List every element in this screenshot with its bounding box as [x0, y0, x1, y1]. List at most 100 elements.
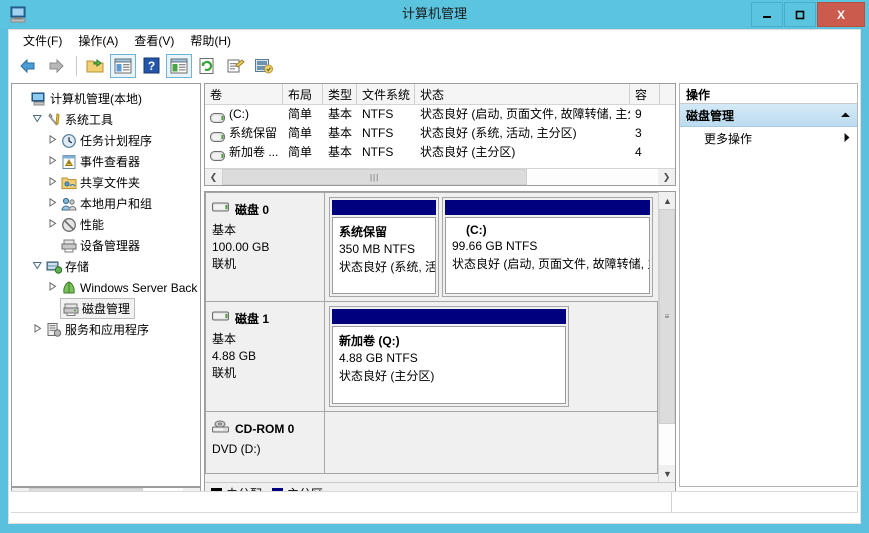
volume-list-hscrollbar[interactable]: ❮ ||| ❯ — [205, 168, 675, 185]
chevron-down-icon[interactable] — [29, 114, 45, 125]
tree-item-8[interactable]: 存储 — [14, 256, 200, 277]
volume-column-header-3[interactable]: 文件系统 — [357, 84, 415, 104]
volume-column-header-0[interactable]: 卷 — [205, 84, 283, 104]
toolbar: ? — [8, 50, 861, 81]
partition-details: 系统保留 350 MB NTFS 状态良好 (系统, 活 — [332, 217, 436, 294]
tree-item-label: 事件查看器 — [80, 155, 141, 169]
disk-view-vscrollbar[interactable]: ▲ ≡ ▼ — [658, 192, 675, 482]
disk-row[interactable]: CD-ROM 0 DVD (D:) — [205, 412, 658, 474]
volume-scroll-left-icon[interactable]: ❮ — [205, 169, 222, 185]
volume-hscroll-thumb[interactable]: ||| — [222, 169, 528, 185]
console-tree[interactable]: 计算机管理(本地) 系统工具任务计划程序事件查看器共享文件夹本地用户和组 性能 设备管… — [11, 83, 201, 487]
partition-name: 新加卷 (Q:) — [339, 334, 400, 348]
tree-item-10[interactable]: 磁盘管理 — [14, 298, 200, 319]
chevron-right-icon[interactable] — [843, 132, 857, 145]
disk-type: 基本 — [212, 223, 237, 237]
maximize-button[interactable] — [784, 2, 816, 27]
chevron-right-icon[interactable] — [44, 281, 60, 293]
refresh-icon[interactable] — [194, 54, 220, 78]
partition[interactable]: 系统保留 350 MB NTFS 状态良好 (系统, 活 — [329, 197, 439, 297]
help-icon[interactable]: ? — [138, 54, 164, 78]
volume-scroll-right-icon[interactable]: ❯ — [658, 169, 675, 185]
disk-state: 联机 — [212, 257, 237, 271]
show-hide-action-pane-icon[interactable] — [166, 53, 192, 78]
volume-row[interactable]: (C:) 简单 基本 NTFS 状态良好 (启动, 页面文件, 故障转储, 主分区) 9 — [205, 105, 675, 124]
volume-label: 新加卷 ... — [229, 145, 279, 159]
tree-item-4[interactable]: 共享文件夹 — [14, 172, 200, 193]
computer-management-window: 计算机管理 X 文件(F) 操作(A) 查看(V) 帮助(H) ? 计算机管理(… — [0, 0, 869, 533]
volume-column-header-4[interactable]: 状态 — [415, 84, 630, 104]
partition-color-bar — [332, 309, 566, 324]
disk-row[interactable]: 磁盘 1 基本 4.88 GB 联机 新加卷 (Q:) 4.88 GB NTFS 状态良好 … — [205, 302, 658, 412]
disk-vscroll-track[interactable]: ≡ — [659, 209, 675, 465]
partition-details: (C:) 99.66 GB NTFS 状态良好 (启动, 页面文件, 故障转储, 主 — [445, 217, 650, 294]
volume-cell-volume: 新加卷 ... — [205, 143, 283, 162]
menu-file[interactable]: 文件(F) — [17, 30, 72, 51]
volume-label: (C:) — [229, 107, 249, 121]
properties-icon[interactable] — [222, 54, 248, 78]
tree-item-0[interactable]: 计算机管理(本地) — [14, 88, 200, 109]
tree-item-3[interactable]: 事件查看器 — [14, 151, 200, 172]
partition[interactable]: 新加卷 (Q:) 4.88 GB NTFS 状态良好 (主分区) — [329, 306, 569, 407]
volume-hscroll-track[interactable]: ||| — [222, 169, 658, 185]
chevron-right-icon[interactable] — [44, 218, 60, 230]
volume-row[interactable]: 新加卷 ... 简单 基本 NTFS 状态良好 (主分区) 4 — [205, 143, 675, 162]
forward-icon[interactable] — [43, 54, 69, 78]
minimize-button[interactable] — [751, 2, 783, 27]
tree-item-5[interactable]: 本地用户和组 — [14, 193, 200, 214]
chevron-up-icon[interactable] — [840, 108, 851, 122]
tree-item-7[interactable]: 设备管理器 — [14, 235, 200, 256]
volume-column-header-2[interactable]: 类型 — [323, 84, 357, 104]
tree-item-6[interactable]: 性能 — [14, 214, 200, 235]
actions-pane: 操作 磁盘管理 更多操作 — [679, 83, 858, 487]
tree-item-content: 磁盘管理 — [60, 298, 136, 319]
volume-list[interactable]: 卷布局 类型 文件系统 状态容 (C:) 简单 基本 NTFS 状态良好 (启动, 页面文件,… — [204, 83, 676, 186]
volume-cell-type: 基本 — [328, 126, 353, 140]
storage-icon — [45, 259, 63, 275]
volume-row[interactable]: 系统保留 简单 基本 NTFS 状态良好 (系统, 活动, 主分区) 3 — [205, 124, 675, 143]
disk-graphical-view[interactable]: 磁盘 0 基本 100.00 GB 联机 系统保留 350 MB NTFS 状态良好 (系统… — [204, 191, 676, 504]
tree-item-2[interactable]: 任务计划程序 — [14, 130, 200, 151]
action-more-actions[interactable]: 更多操作 — [680, 127, 857, 149]
chevron-right-icon[interactable] — [44, 176, 60, 188]
status-bar — [11, 491, 858, 513]
close-button[interactable]: X — [817, 2, 865, 27]
tree-item-9[interactable]: Windows Server Back — [14, 277, 200, 298]
tree-item-content: 共享文件夹 — [60, 174, 140, 191]
tree-item-label: Windows Server Back — [80, 280, 198, 295]
disk-vscroll-thumb[interactable]: ≡ — [659, 209, 675, 424]
actions-group-label: 磁盘管理 — [686, 108, 735, 123]
tree-item-content: 事件查看器 — [60, 153, 140, 170]
chevron-right-icon[interactable] — [29, 323, 45, 335]
menu-help[interactable]: 帮助(H) — [184, 30, 241, 51]
disk-row[interactable]: 磁盘 0 基本 100.00 GB 联机 系统保留 350 MB NTFS 状态良好 (系统… — [205, 192, 658, 302]
up-folder-icon[interactable] — [82, 54, 108, 78]
chevron-right-icon[interactable] — [44, 197, 60, 209]
show-hide-console-tree-icon[interactable] — [110, 53, 136, 78]
partition-status: 状态良好 (启动, 页面文件, 故障转储, 主 — [452, 257, 650, 271]
disk-scroll-down-icon[interactable]: ▼ — [659, 465, 675, 482]
volume-cell-type: 基本 — [328, 107, 353, 121]
menu-action[interactable]: 操作(A) — [72, 30, 128, 51]
disk-scroll-up-icon[interactable]: ▲ — [659, 192, 675, 209]
actions-group-disk-management[interactable]: 磁盘管理 — [680, 104, 857, 127]
disk-info[interactable]: CD-ROM 0 DVD (D:) — [206, 412, 325, 473]
rescan-disks-icon[interactable] — [250, 54, 276, 78]
chevron-right-icon[interactable] — [44, 134, 60, 146]
partition[interactable]: (C:) 99.66 GB NTFS 状态良好 (启动, 页面文件, 故障转储, 主 — [442, 197, 653, 297]
chevron-right-icon[interactable] — [44, 155, 60, 167]
partition-color-bar — [445, 200, 650, 215]
tree-item-content: 系统工具 — [45, 111, 113, 128]
disk-info[interactable]: 磁盘 1 基本 4.88 GB 联机 — [206, 302, 325, 411]
computer-icon — [30, 91, 48, 107]
volume-column-header-5[interactable]: 容 — [630, 84, 660, 104]
menu-view[interactable]: 查看(V) — [128, 30, 184, 51]
performance-icon — [60, 217, 78, 233]
tree-item-11[interactable]: 服务和应用程序 — [14, 319, 200, 340]
back-icon[interactable] — [15, 54, 41, 78]
volume-column-header-1[interactable]: 布局 — [283, 84, 323, 104]
disk-info[interactable]: 磁盘 0 基本 100.00 GB 联机 — [206, 193, 325, 301]
disk-name: 磁盘 0 — [235, 203, 270, 217]
chevron-down-icon[interactable] — [29, 261, 45, 272]
tree-item-1[interactable]: 系统工具 — [14, 109, 200, 130]
